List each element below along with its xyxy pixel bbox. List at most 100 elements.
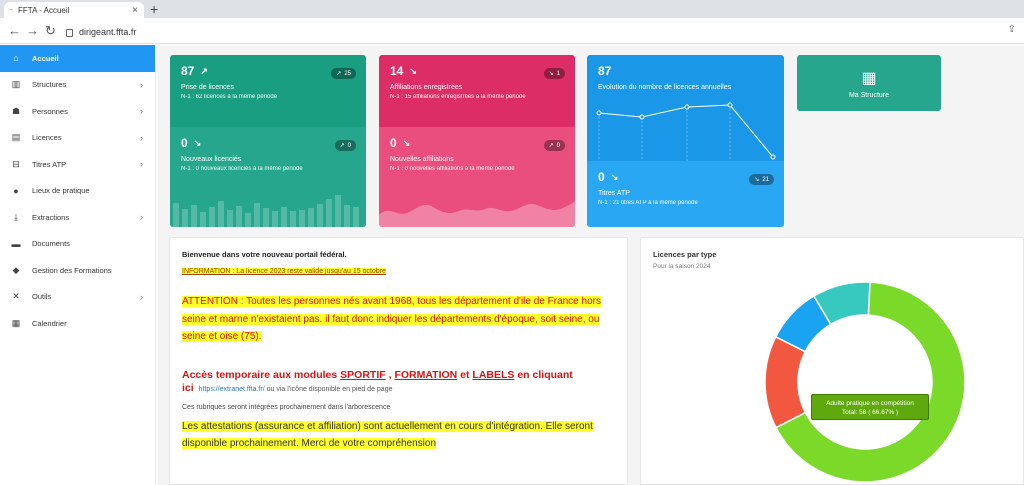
- new-licences-badge: ↗ 0: [334, 140, 356, 151]
- info-notice: INFORMATION : La licence 2023 reste vali…: [182, 268, 386, 275]
- badge-value: 25: [344, 70, 351, 77]
- licences-type-panel: Licences par type Pour la saison 2024 Ad…: [640, 237, 1024, 485]
- chart-tooltip: Adulte pratique en compétition Total: 58…: [811, 394, 929, 420]
- sidebar-item-extractions[interactable]: ⤓ Extractions ›: [0, 204, 155, 231]
- badge-value: 0: [556, 142, 560, 149]
- sidebar-item-structures[interactable]: ▥ Structures ›: [0, 72, 155, 99]
- browser-tabbar: -- FFTA - Accueil × +: [0, 0, 1024, 18]
- licences-badge: ↗ 25: [331, 68, 356, 79]
- sidebar-item-titres-atp[interactable]: ⊟ Titres ATP ›: [0, 151, 155, 178]
- affiliations-card[interactable]: 14 ↘ Affiliations enregistrées N-1 : 15 a…: [379, 55, 575, 227]
- address-bar: ← → ↻ dirigeant.ffta.fr ⇪: [0, 18, 1024, 44]
- title-icon: ⊟: [12, 158, 20, 169]
- evolution-value: 87: [598, 64, 612, 78]
- chevron-right-icon: ›: [140, 291, 143, 302]
- back-icon[interactable]: ←: [8, 23, 21, 38]
- affiliations-card-top: 14 ↘ Affiliations enregistrées N-1 : 15 a…: [379, 55, 575, 127]
- browser-tab[interactable]: -- FFTA - Accueil ×: [4, 2, 144, 18]
- building-icon: ▥: [11, 79, 21, 90]
- atp-sub: N-1 : 21 titres ATP à la même période: [598, 200, 698, 206]
- sidebar-item-licences[interactable]: ▤ Licences ›: [0, 125, 155, 152]
- sidebar-item-calendrier[interactable]: ▦ Calendrier: [0, 310, 155, 337]
- trend-up-icon: ↗: [548, 143, 554, 149]
- folder-icon: ▬: [11, 238, 21, 249]
- sidebar-item-label: Accueil: [32, 53, 59, 63]
- people-icon: ☗: [11, 105, 21, 116]
- new-licences-value: 0: [181, 136, 188, 150]
- attention-text: ATTENTION : Toutes les personnes nés ava…: [182, 296, 601, 342]
- new-licences-title: Nouveaux licenciés: [181, 156, 242, 163]
- share-icon[interactable]: ⇪: [1008, 24, 1016, 35]
- access-notice: Accès temporaire aux modules SPORTIF , F…: [182, 368, 573, 381]
- atp-value: 0: [598, 170, 605, 184]
- extranet-link[interactable]: https://extranet.ffta.fr/: [199, 386, 265, 393]
- tab-title: FFTA - Accueil: [18, 5, 70, 15]
- licences-donut-chart: [765, 282, 965, 482]
- sidebar-item-label: Personnes: [32, 106, 68, 116]
- evolution-card-top: 87 Evolution du nombre de licences annue…: [587, 55, 784, 161]
- access-et: et: [460, 368, 470, 381]
- labels-link[interactable]: LABELS: [472, 369, 514, 381]
- reload-icon[interactable]: ↻: [45, 23, 56, 39]
- sidebar-item-label: Titres ATP: [32, 159, 67, 169]
- licences-value: 87: [181, 64, 195, 78]
- trend-up-icon: ↗: [336, 71, 342, 77]
- lock-icon: [66, 29, 73, 37]
- calendar-icon: ▦: [11, 317, 21, 328]
- url-field[interactable]: dirigeant.ffta.fr: [66, 24, 1016, 40]
- link-suffix: ou via l'icône disponible en pied de pag…: [266, 385, 393, 393]
- ma-structure-label: Ma Structure: [848, 91, 890, 99]
- sparkline-bars: [173, 195, 359, 227]
- welcome-panel: Bienvenue dans votre nouveau portail féd…: [169, 237, 628, 485]
- sidebar-item-documents[interactable]: ▬ Documents: [0, 231, 155, 258]
- sidebar: ⌂ Accueil ▥ Structures › ☗ Personnes › ▤…: [0, 45, 156, 485]
- tooltip-line2: Total: 58 ( 66.67% ): [841, 409, 899, 416]
- affiliations-value: 14: [390, 64, 404, 78]
- sidebar-item-formations[interactable]: ◆ Gestion des Formations: [0, 257, 155, 284]
- forward-icon[interactable]: →: [26, 23, 39, 38]
- sparkline-wave: [379, 201, 575, 227]
- ici-link[interactable]: ici: [182, 382, 194, 394]
- new-affiliations-badge: ↗ 0: [543, 140, 565, 151]
- atp-badge: ↘ 21: [749, 174, 774, 185]
- sidebar-item-label: Outils: [32, 292, 52, 302]
- ma-structure-button[interactable]: ▦ Ma Structure: [797, 55, 941, 111]
- donut-slice-1[interactable]: [765, 335, 807, 429]
- chevron-right-icon: ›: [140, 132, 143, 143]
- sidebar-item-label: Lieux de pratique: [32, 186, 90, 196]
- new-affiliations-value: 0: [390, 136, 397, 150]
- download-icon: ⤓: [14, 211, 18, 222]
- trend-down-icon: ↘: [402, 137, 411, 148]
- new-affiliations-title: Nouvelles affiliations: [390, 156, 454, 163]
- sidebar-item-personnes[interactable]: ☗ Personnes ›: [0, 98, 155, 125]
- favicon-icon: --: [10, 7, 13, 13]
- access-suffix: en cliquant: [517, 368, 573, 381]
- evolution-title: Evolution du nombre de licences annuelle…: [598, 84, 732, 91]
- atp-card: 0 ↘ Titres ATP N-1 : 21 titres ATP à la m…: [587, 161, 784, 227]
- sportif-link[interactable]: SPORTIF: [340, 369, 386, 381]
- new-tab-icon[interactable]: +: [150, 1, 158, 17]
- affiliations-sub: N-1 : 15 affiliations enregistrées à la …: [390, 94, 526, 100]
- sidebar-item-label: Calendrier: [32, 318, 67, 328]
- tools-icon: ✕: [12, 291, 20, 302]
- new-licences-sub: N-1 : 0 nouveaux licenciés à la même pér…: [181, 166, 303, 172]
- tooltip-line1: Adulte pratique en compétition: [826, 400, 914, 407]
- sidebar-item-accueil[interactable]: ⌂ Accueil: [0, 45, 155, 72]
- chevron-right-icon: ›: [140, 159, 143, 169]
- formation-link[interactable]: FORMATION: [394, 369, 457, 381]
- access-prefix: Accès temporaire aux modules: [182, 368, 338, 381]
- new-licences-card: 0 ↘ Nouveaux licenciés N-1 : 0 nouveaux l…: [170, 127, 366, 227]
- evolution-card[interactable]: 87 Evolution du nombre de licences annue…: [587, 55, 784, 227]
- attestations-notice: Les attestations (assurance et affiliati…: [182, 418, 615, 452]
- sidebar-item-lieux[interactable]: ● Lieux de pratique: [0, 178, 155, 205]
- licences-card[interactable]: 87 ↗ Prise de licences N-1 : 62 licences …: [170, 55, 366, 227]
- affiliations-badge: ↘ 1: [543, 68, 565, 79]
- sidebar-item-outils[interactable]: ✕ Outils ›: [0, 284, 155, 311]
- close-tab-icon[interactable]: ×: [132, 5, 138, 16]
- license-icon: ▤: [11, 132, 21, 143]
- trend-down-icon: ↘: [610, 171, 619, 182]
- attestations-text: Les attestations (assurance et affiliati…: [182, 420, 593, 449]
- trend-down-icon: ↘: [754, 177, 760, 183]
- sidebar-item-label: Documents: [32, 239, 70, 249]
- access-link-line: ici https://extranet.ffta.fr/ ou via l'i…: [182, 382, 615, 394]
